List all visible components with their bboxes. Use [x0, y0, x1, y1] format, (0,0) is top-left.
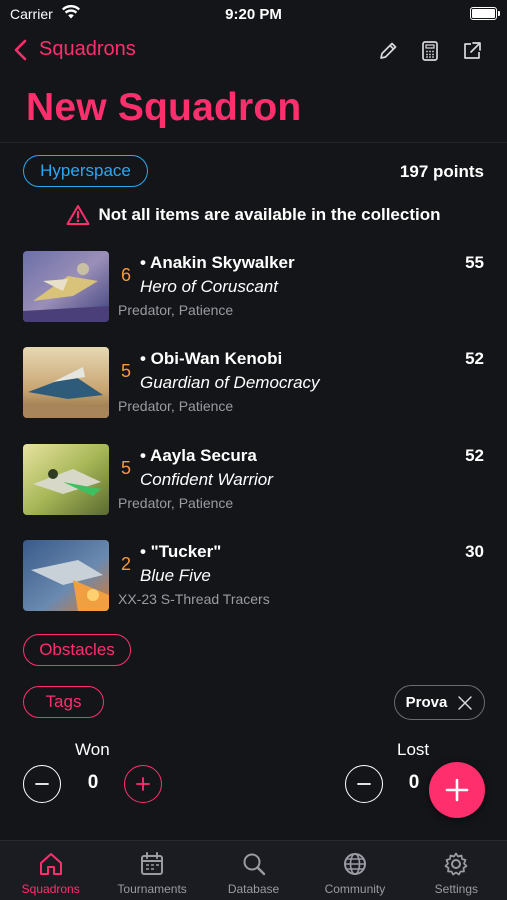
- pilot-skill: 2: [121, 554, 132, 574]
- pilot-image: [23, 444, 109, 515]
- pilot-upgrades: Predator, Patience: [118, 398, 234, 414]
- pencil-icon[interactable]: [377, 40, 399, 62]
- pilot-cost: 30: [465, 542, 484, 561]
- tab-bar: Squadrons Tournaments Database Community…: [0, 840, 507, 900]
- add-pilot-button[interactable]: [429, 762, 485, 818]
- won-increment-button[interactable]: [124, 765, 162, 803]
- pilot-image: [23, 251, 109, 322]
- tab-database[interactable]: Database: [203, 841, 304, 900]
- warning-icon: [66, 205, 90, 225]
- pilot-row[interactable]: 5 • Aayla Secura Confident Warrior Preda…: [0, 442, 507, 520]
- collection-warning: Not all items are available in the colle…: [0, 204, 507, 226]
- pilot-skill: 5: [121, 458, 132, 478]
- tab-squadrons[interactable]: Squadrons: [0, 841, 101, 900]
- calendar-icon: [141, 852, 164, 875]
- pilot-cost: 55: [465, 253, 484, 272]
- won-decrement-button[interactable]: [23, 765, 61, 803]
- pilot-upgrades: Predator, Patience: [118, 495, 234, 511]
- tab-label: Database: [227, 882, 280, 896]
- pilot-title: Guardian of Democracy: [140, 373, 320, 392]
- tab-settings[interactable]: Settings: [406, 841, 507, 900]
- pilot-upgrades: Predator, Patience: [118, 302, 234, 318]
- lost-count: 0: [408, 772, 420, 793]
- pilot-cost: 52: [465, 349, 484, 368]
- obstacles-button[interactable]: Obstacles: [23, 634, 131, 666]
- pilot-skill: 6: [121, 265, 132, 285]
- tag-chip[interactable]: Prova: [394, 685, 485, 720]
- pilot-title: Hero of Coruscant: [140, 277, 278, 296]
- warning-text: Not all items are available in the colle…: [98, 205, 441, 224]
- pilot-skill: 5: [121, 361, 132, 381]
- status-bar: Carrier 9:20 PM: [0, 0, 507, 30]
- page-title: New Squadron: [26, 86, 302, 129]
- format-badge[interactable]: Hyperspace: [23, 155, 148, 187]
- pilot-row[interactable]: 5 • Obi-Wan Kenobi Guardian of Democracy…: [0, 345, 507, 423]
- minus-icon: [35, 783, 49, 785]
- minus-icon: [357, 783, 371, 785]
- tab-label: Settings: [434, 882, 478, 896]
- tab-tournaments[interactable]: Tournaments: [101, 841, 202, 900]
- clock: 9:20 PM: [225, 6, 282, 23]
- pilot-title: Blue Five: [140, 566, 211, 585]
- pilot-name: • Obi-Wan Kenobi: [140, 349, 283, 368]
- pilot-name: • "Tucker": [140, 542, 222, 561]
- lost-label: Lost: [397, 740, 430, 759]
- calculator-icon[interactable]: [419, 40, 441, 62]
- share-icon[interactable]: [461, 40, 483, 62]
- home-icon: [39, 853, 62, 875]
- navigation-bar: Squadrons: [0, 30, 507, 80]
- plus-icon: [136, 777, 150, 791]
- pilot-name: • Aayla Secura: [140, 446, 257, 465]
- battery-icon: [470, 7, 500, 20]
- won-label: Won: [75, 740, 110, 759]
- gear-icon: [444, 852, 468, 876]
- chevron-left-icon: [14, 39, 27, 60]
- pilot-name: • Anakin Skywalker: [140, 253, 295, 272]
- back-button[interactable]: Squadrons: [14, 38, 136, 61]
- pilot-title: Confident Warrior: [140, 470, 273, 489]
- pilot-image: [23, 347, 109, 418]
- lost-decrement-button[interactable]: [345, 765, 383, 803]
- tag-chip-label: Prova: [405, 694, 448, 711]
- won-count: 0: [87, 772, 99, 793]
- back-label: Squadrons: [39, 38, 136, 60]
- tab-label: Community: [324, 882, 386, 896]
- tab-label: Squadrons: [21, 882, 80, 896]
- close-icon: [458, 695, 473, 710]
- tags-button[interactable]: Tags: [23, 686, 104, 718]
- pilot-row[interactable]: 6 • Anakin Skywalker Hero of Coruscant P…: [0, 249, 507, 327]
- plus-icon: [445, 778, 469, 802]
- pilot-cost: 52: [465, 446, 484, 465]
- pilot-image: [23, 540, 109, 611]
- globe-icon: [343, 853, 366, 875]
- tab-community[interactable]: Community: [304, 841, 405, 900]
- pilot-row[interactable]: 2 • "Tucker" Blue Five XX-23 S-Thread Tr…: [0, 538, 507, 616]
- pilot-upgrades: XX-23 S-Thread Tracers: [118, 591, 270, 607]
- tab-label: Tournaments: [117, 882, 187, 896]
- points-total: 197 points: [399, 162, 484, 181]
- divider: [0, 142, 507, 143]
- search-icon: [243, 853, 265, 876]
